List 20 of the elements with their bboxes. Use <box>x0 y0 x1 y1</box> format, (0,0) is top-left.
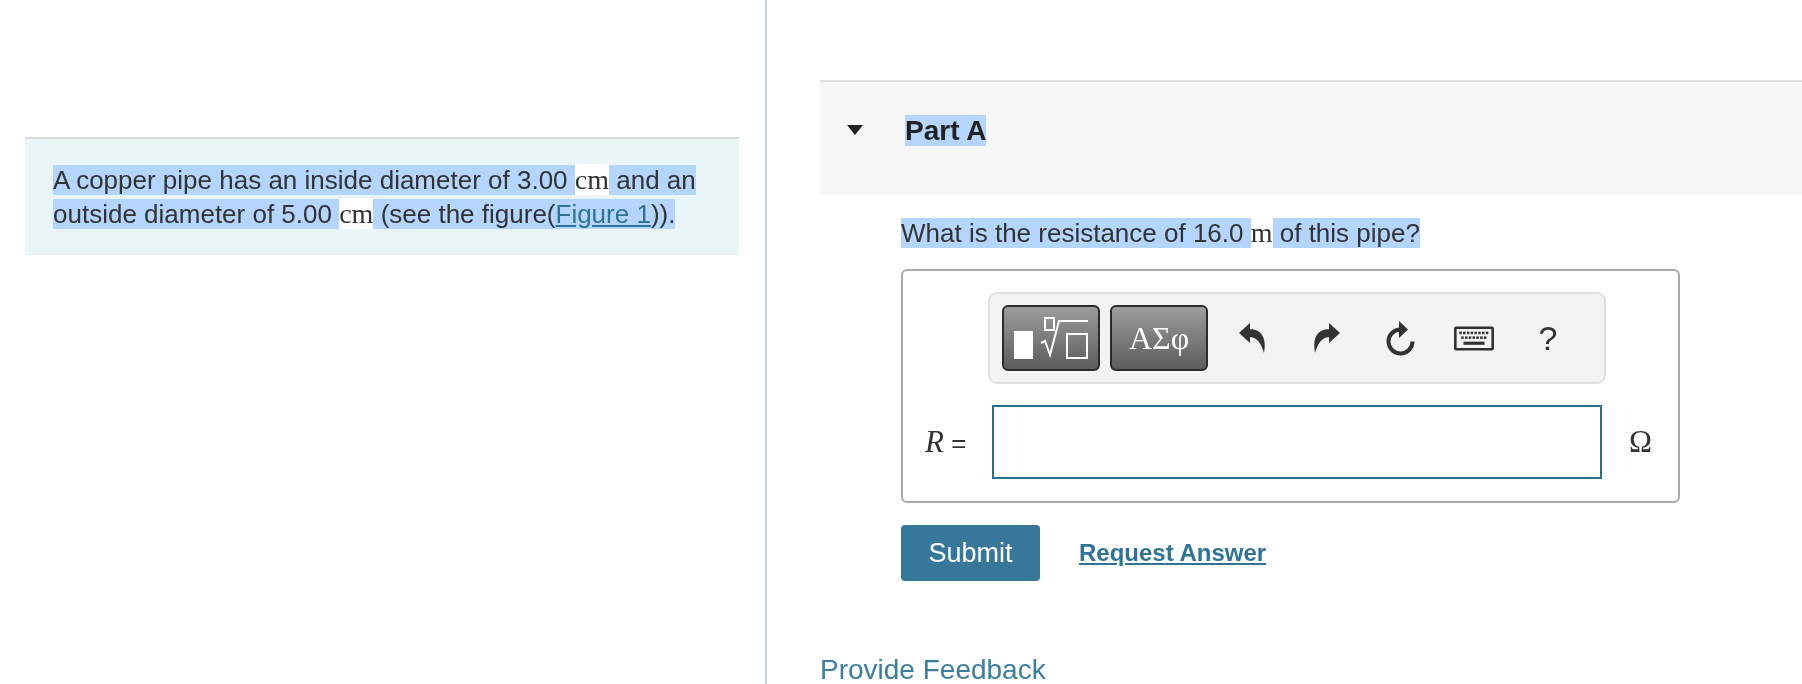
submit-button[interactable]: Submit <box>901 525 1040 581</box>
radical-template-icon <box>1014 317 1088 359</box>
refresh-icon[interactable] <box>1383 319 1417 357</box>
figure-link[interactable]: Figure 1 <box>555 199 651 229</box>
problem-text: A copper pipe has an inside diameter of 3.00 cm and an outside diameter of 5.00 cm (see the figure(Figure 1)). <box>53 163 697 231</box>
templates-button[interactable] <box>1002 305 1100 371</box>
redo-icon[interactable] <box>1312 323 1340 353</box>
part-header[interactable]: Part A <box>820 80 1802 195</box>
request-answer-link[interactable]: Request Answer <box>1079 539 1267 567</box>
keyboard-icon[interactable] <box>1454 325 1494 351</box>
caret-icon[interactable] <box>847 125 863 135</box>
unit-label: Ω <box>1629 424 1654 460</box>
help-button[interactable]: ? <box>1538 320 1558 356</box>
question-text: What is the resistance of 16.0 m of this pipe? <box>901 218 1420 248</box>
undo-icon[interactable] <box>1238 323 1266 353</box>
variable-label: R = <box>925 424 968 460</box>
symbols-button[interactable]: ΑΣφ <box>1110 305 1208 371</box>
feedback-link[interactable]: Provide Feedback <box>820 656 1046 684</box>
answer-field[interactable] <box>992 405 1602 479</box>
part-title: Part A <box>905 115 987 146</box>
